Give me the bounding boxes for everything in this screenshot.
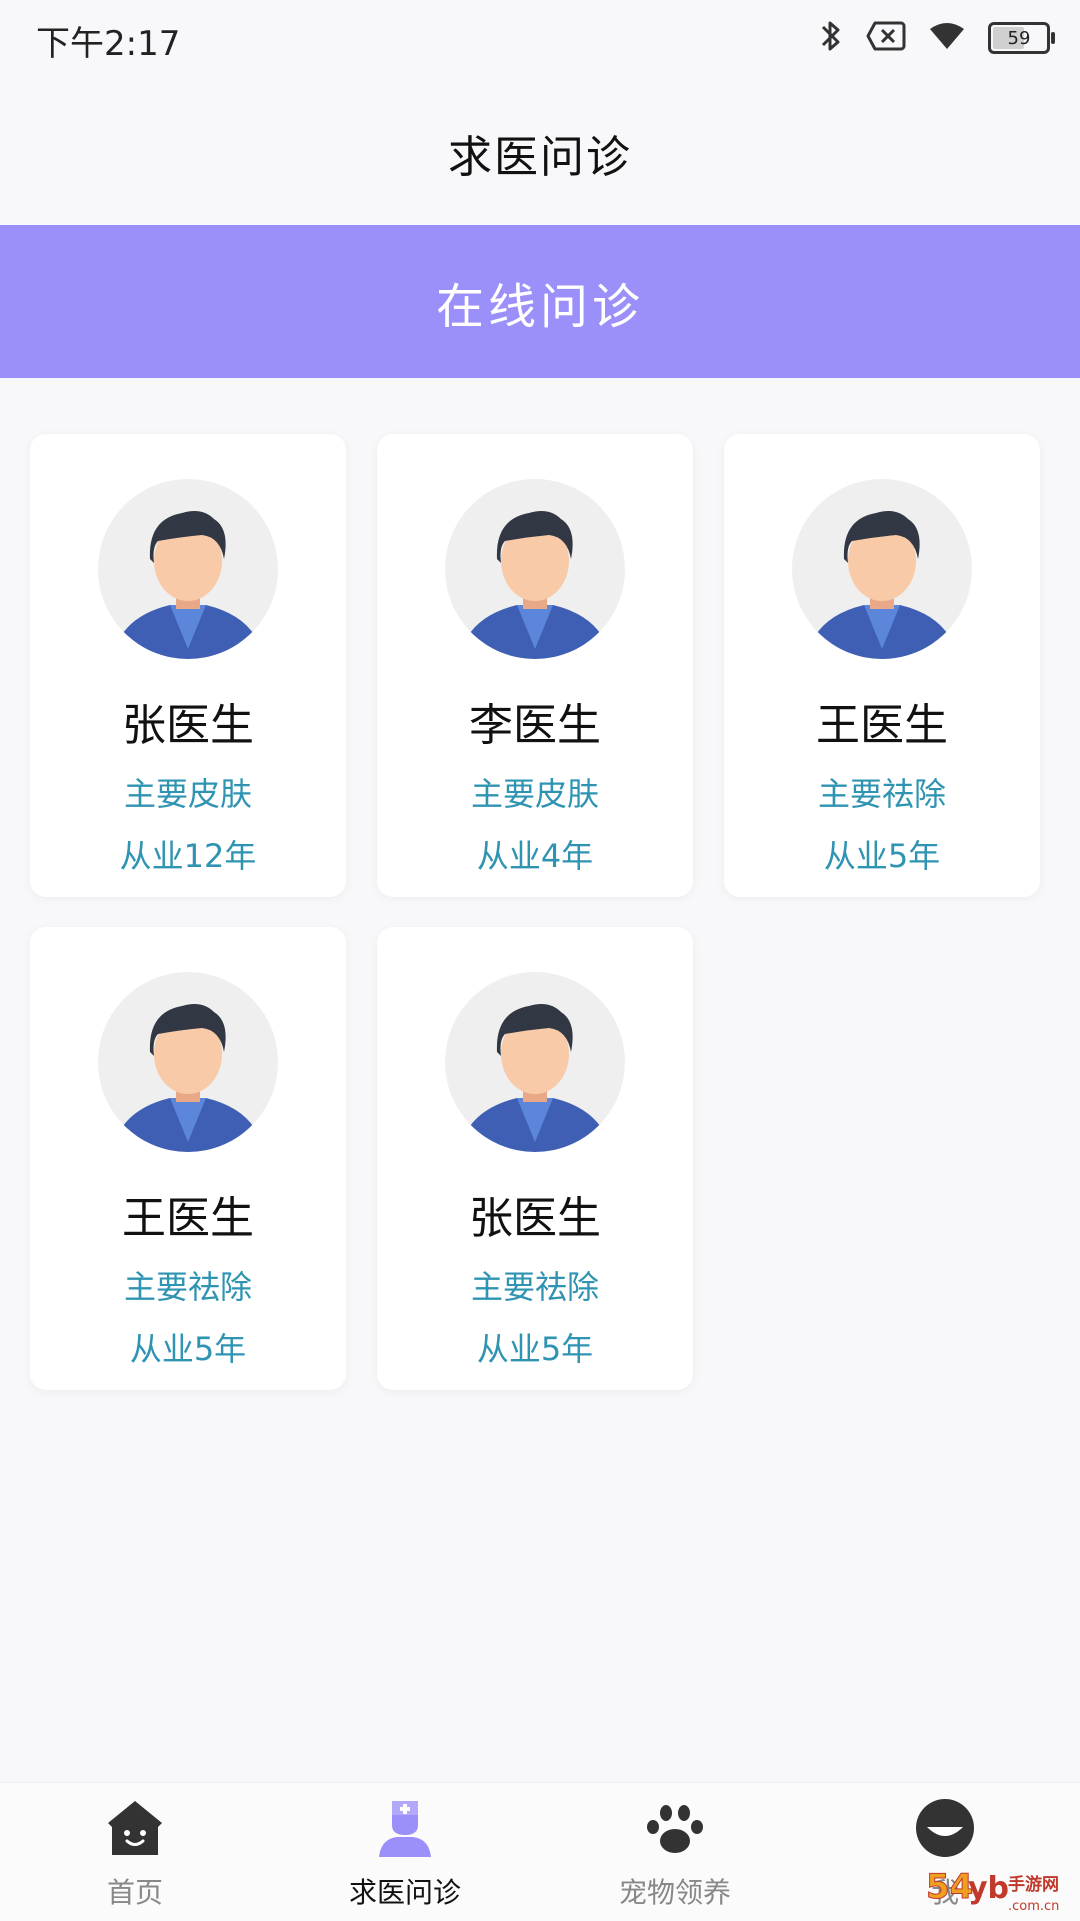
sim-off-icon <box>866 20 906 56</box>
tab-home-label: 首页 <box>106 1876 163 1909</box>
tab-consult-label: 求医问诊 <box>348 1876 461 1909</box>
svg-text:yb: yb <box>968 1871 1009 1906</box>
nav-bar: 求医问诊 <box>0 80 1080 225</box>
doctor-avatar-icon <box>98 972 278 1152</box>
wifi-icon <box>928 21 966 55</box>
doctor-avatar-icon <box>98 479 278 659</box>
tab-pet-adoption[interactable]: 宠物领养 <box>540 1783 810 1921</box>
status-time: 下午2:17 <box>36 24 181 64</box>
battery-level: 59 <box>1007 27 1031 49</box>
tab-pet-adoption-label: 宠物领养 <box>618 1876 731 1909</box>
doctor-avatar-icon <box>792 479 972 659</box>
doctor-specialty: 主要皮肤 <box>470 775 599 813</box>
doctor-specialty: 主要皮肤 <box>123 775 252 813</box>
profile-icon <box>916 1799 974 1857</box>
battery-icon: 59 <box>988 22 1055 54</box>
doctor-years: 从业5年 <box>476 1330 594 1368</box>
svg-text:手游网: 手游网 <box>1008 1874 1059 1895</box>
doctor-years: 从业12年 <box>119 837 257 875</box>
doctor-name: 王医生 <box>816 700 948 751</box>
online-consult-banner[interactable]: 在线问诊 <box>0 225 1080 378</box>
doctor-years: 从业5年 <box>823 837 941 875</box>
home-icon <box>108 1801 162 1855</box>
doctor-avatar-icon <box>445 972 625 1152</box>
doctor-name: 张医生 <box>122 700 254 751</box>
status-bar: 下午2:17 59 <box>0 0 1080 80</box>
doctor-name: 王医生 <box>122 1193 254 1244</box>
doctor-name: 李医生 <box>469 700 601 751</box>
doctor-years: 从业4年 <box>476 837 594 875</box>
paw-icon <box>647 1805 703 1853</box>
status-icons: 59 <box>818 16 1055 60</box>
tab-home[interactable]: 首页 <box>0 1783 270 1921</box>
bottom-tab-bar: 首页 求医问诊 宠物领养 我 <box>0 1782 1080 1921</box>
doctor-card[interactable]: 王医生 主要祛除 从业5年 <box>30 927 346 1390</box>
watermark-logo: 54 yb 手游网 .com.cn <box>926 1867 1060 1915</box>
doctor-card[interactable]: 张医生 主要祛除 从业5年 <box>377 927 693 1390</box>
doctor-years: 从业5年 <box>129 1330 247 1368</box>
svg-text:.com.cn: .com.cn <box>1008 1899 1059 1914</box>
doctor-specialty: 主要祛除 <box>123 1268 252 1306</box>
tab-consult[interactable]: 求医问诊 <box>270 1783 540 1921</box>
doctor-card[interactable]: 李医生 主要皮肤 从业4年 <box>377 434 693 897</box>
doctor-specialty: 主要祛除 <box>817 775 946 813</box>
page-title: 求医问诊 <box>448 131 632 183</box>
banner-title: 在线问诊 <box>435 278 644 335</box>
doctor-card[interactable]: 张医生 主要皮肤 从业12年 <box>30 434 346 897</box>
doctor-card[interactable]: 王医生 主要祛除 从业5年 <box>724 434 1040 897</box>
doctor-name: 张医生 <box>469 1193 601 1244</box>
doctor-icon <box>379 1801 431 1857</box>
bluetooth-icon <box>818 18 844 58</box>
doctor-specialty: 主要祛除 <box>470 1268 599 1306</box>
doctor-avatar-icon <box>445 479 625 659</box>
svg-text:54: 54 <box>926 1867 973 1907</box>
